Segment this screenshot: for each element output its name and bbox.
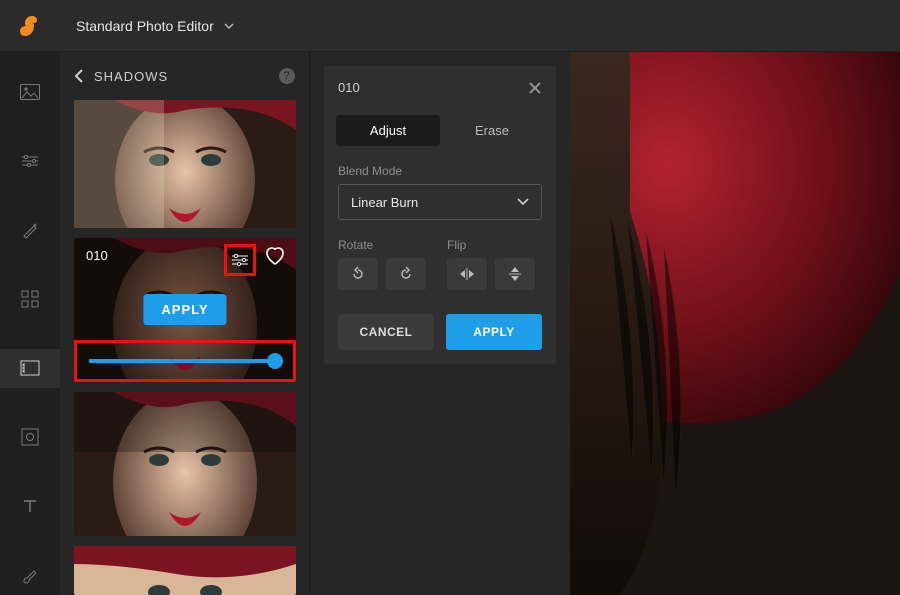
canvas-preview[interactable]	[570, 52, 900, 595]
thumb-image	[74, 100, 296, 228]
back-button[interactable]	[74, 69, 84, 83]
settings-header: 010	[324, 66, 556, 109]
flip-vertical-icon	[508, 266, 522, 282]
favorite-button[interactable]	[264, 246, 286, 266]
tool-frame[interactable]	[0, 418, 60, 457]
thumb-apply-button[interactable]: APPLY	[143, 294, 226, 325]
overlay-panel: SHADOWS ?	[60, 52, 310, 595]
left-toolbar	[0, 52, 60, 595]
flip-horizontal-button[interactable]	[447, 258, 487, 290]
rotate-right-button[interactable]	[386, 258, 426, 290]
heart-icon	[264, 246, 286, 266]
rotate-right-icon	[398, 266, 414, 282]
chevron-left-icon	[74, 69, 84, 83]
overlay-settings-panel: 010 Adjust Erase Blend Mode Linear Burn …	[324, 66, 556, 364]
app-logo	[16, 14, 40, 38]
panel-header: SHADOWS ?	[60, 52, 309, 100]
settings-title: 010	[338, 80, 360, 95]
blend-mode-select[interactable]: Linear Burn	[338, 184, 542, 220]
tool-magic[interactable]	[0, 210, 60, 249]
chevron-down-icon	[517, 198, 529, 206]
top-bar: Standard Photo Editor	[0, 0, 900, 52]
cancel-button[interactable]: CANCEL	[338, 314, 434, 350]
help-button[interactable]: ?	[279, 68, 295, 84]
rotate-left-icon	[350, 266, 366, 282]
main-area: SHADOWS ?	[0, 52, 900, 595]
magic-wand-icon	[21, 221, 39, 239]
frame-icon	[21, 428, 39, 446]
tool-text[interactable]	[0, 487, 60, 526]
panel-title: SHADOWS	[94, 69, 168, 84]
thumb-label: 010	[86, 248, 108, 263]
chevron-down-icon	[224, 21, 234, 31]
tool-effects[interactable]	[0, 279, 60, 318]
image-icon	[20, 84, 40, 100]
settings-tabs: Adjust Erase	[324, 109, 556, 156]
flip-label: Flip	[447, 230, 542, 258]
flip-vertical-button[interactable]	[495, 258, 535, 290]
text-icon	[22, 498, 38, 514]
tab-adjust[interactable]: Adjust	[336, 115, 440, 146]
app-title-text: Standard Photo Editor	[76, 18, 214, 34]
overlay-thumb[interactable]	[74, 546, 296, 595]
blend-mode-label: Blend Mode	[324, 156, 556, 184]
overlay-thumb-selected[interactable]: 010 APPLY	[74, 238, 296, 382]
tool-adjust[interactable]	[0, 141, 60, 180]
tab-erase[interactable]: Erase	[440, 115, 544, 146]
flip-horizontal-icon	[459, 267, 475, 281]
brush-icon	[21, 566, 39, 584]
rotate-left-button[interactable]	[338, 258, 378, 290]
overlay-thumb[interactable]	[74, 392, 296, 536]
close-button[interactable]	[528, 81, 542, 95]
thumb-image	[74, 546, 296, 595]
apply-button[interactable]: APPLY	[446, 314, 542, 350]
rotate-flip-row: Rotate Flip	[324, 230, 556, 300]
tool-image[interactable]	[0, 72, 60, 111]
blend-mode-value: Linear Burn	[351, 195, 418, 210]
settings-footer: CANCEL APPLY	[324, 300, 556, 364]
intensity-slider[interactable]	[74, 340, 296, 382]
rotate-label: Rotate	[338, 230, 433, 258]
sliders-icon	[20, 153, 40, 169]
settings-column: 010 Adjust Erase Blend Mode Linear Burn …	[310, 52, 570, 595]
overlays-icon	[20, 360, 40, 376]
slider-track	[89, 359, 281, 363]
close-icon	[528, 81, 542, 95]
tool-overlays[interactable]	[0, 349, 60, 388]
app-title-dropdown[interactable]: Standard Photo Editor	[76, 18, 234, 34]
overlay-thumb[interactable]	[74, 100, 296, 228]
tool-brush[interactable]	[0, 556, 60, 595]
thumbnail-list: 010 APPLY	[60, 100, 309, 595]
thumb-settings-button[interactable]	[224, 244, 256, 276]
preview-image	[570, 52, 900, 595]
sliders-icon	[231, 253, 249, 267]
effects-grid-icon	[21, 290, 39, 308]
slider-knob[interactable]	[267, 353, 283, 369]
thumb-image	[74, 392, 296, 536]
